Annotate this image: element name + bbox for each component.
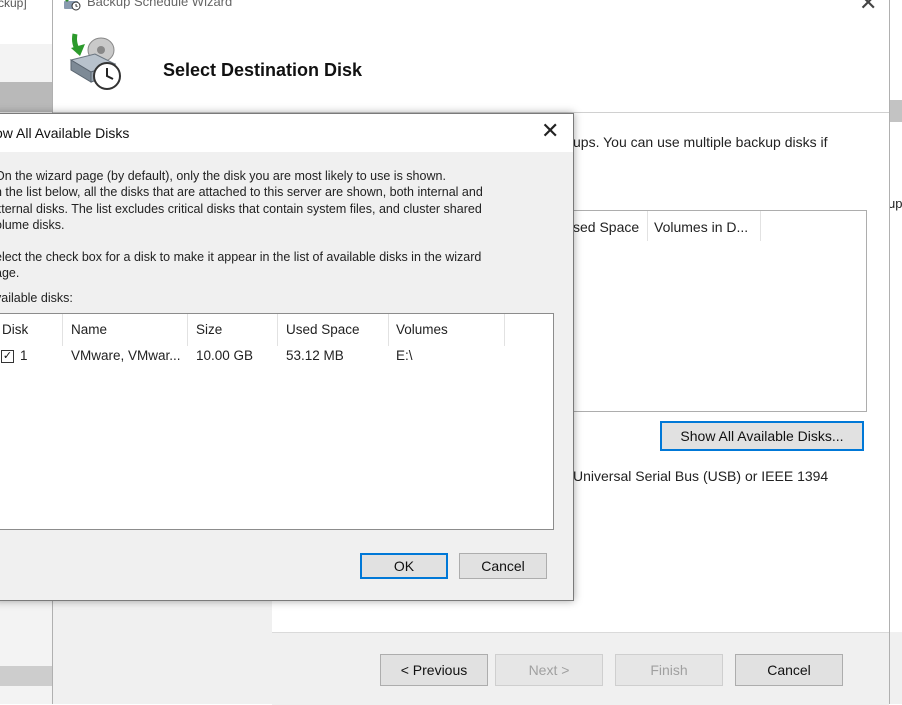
- available-disks-label: vailable disks:: [0, 291, 73, 305]
- column-header-volumes[interactable]: Volumes: [396, 322, 448, 337]
- wizard-close-icon[interactable]: ✕: [859, 0, 877, 16]
- dialog-cancel-button[interactable]: Cancel: [459, 553, 547, 579]
- backup-wizard-icon: [64, 0, 81, 11]
- available-disks-list[interactable]: Disk Name Size Used Space Volumes ✓ 1 VM…: [0, 313, 554, 530]
- dialog-text-line: xternal disks. The list excludes critica…: [0, 202, 482, 216]
- column-separator: [62, 314, 63, 346]
- dialog-text-line: On the wizard page (by default), only th…: [0, 169, 446, 183]
- dialog-title: ow All Available Disks: [0, 125, 130, 141]
- column-separator: [504, 314, 505, 346]
- show-all-disks-dialog: ow All Available Disks ✕ On the wizard p…: [0, 113, 574, 601]
- background-app-tab: ckup]: [0, 0, 53, 44]
- column-header-used-space[interactable]: sed Space: [573, 219, 639, 235]
- column-separator: [647, 211, 648, 241]
- usb-note: Universal Serial Bus (USB) or IEEE 1394: [573, 468, 829, 484]
- previous-button[interactable]: < Previous: [380, 654, 488, 686]
- background-app-right-label: up: [888, 196, 902, 211]
- disk-used-space: 53.12 MB: [286, 348, 344, 363]
- column-separator: [277, 314, 278, 346]
- dialog-close-icon[interactable]: ✕: [541, 118, 559, 144]
- disk-name: VMware, VMwar...: [71, 348, 181, 363]
- backup-disk-clock-icon: [69, 33, 121, 90]
- disk-1-checkbox[interactable]: ✓: [1, 350, 14, 363]
- column-header-used-space[interactable]: Used Space: [286, 322, 360, 337]
- disk-volumes: E:\: [396, 348, 413, 363]
- background-app-scrollbar: [0, 666, 52, 686]
- finish-button[interactable]: Finish: [615, 654, 723, 686]
- disk-number: 1: [20, 348, 28, 363]
- column-header-size[interactable]: Size: [196, 322, 222, 337]
- background-app-band: [0, 82, 52, 112]
- dialog-text-line: elect the check box for a disk to make i…: [0, 250, 482, 264]
- column-separator: [388, 314, 389, 346]
- column-header-volumes[interactable]: Volumes in D...: [654, 219, 748, 235]
- destination-disk-list[interactable]: sed Space Volumes in D...: [572, 210, 867, 412]
- background-app-right-bottom: [888, 632, 902, 704]
- background-app-right-band: [888, 100, 902, 122]
- wizard-title: Backup Schedule Wizard: [87, 0, 233, 9]
- dialog-text-line: age.: [0, 266, 20, 280]
- dialog-text-line: n the list below, all the disks that are…: [0, 185, 483, 199]
- column-separator: [187, 314, 188, 346]
- background-app-tab-label: ckup]: [0, 0, 27, 10]
- show-all-available-disks-button[interactable]: Show All Available Disks...: [660, 421, 864, 451]
- column-separator: [760, 211, 761, 241]
- ok-button[interactable]: OK: [360, 553, 448, 579]
- wizard-description: ups. You can use multiple backup disks i…: [573, 134, 828, 150]
- next-button[interactable]: Next >: [495, 654, 603, 686]
- page-title: Select Destination Disk: [163, 60, 363, 80]
- dialog-text-line: olume disks.: [0, 218, 65, 232]
- cancel-button[interactable]: Cancel: [735, 654, 843, 686]
- disk-size: 10.00 GB: [196, 348, 254, 363]
- column-header-disk[interactable]: Disk: [2, 322, 28, 337]
- column-header-name[interactable]: Name: [71, 322, 107, 337]
